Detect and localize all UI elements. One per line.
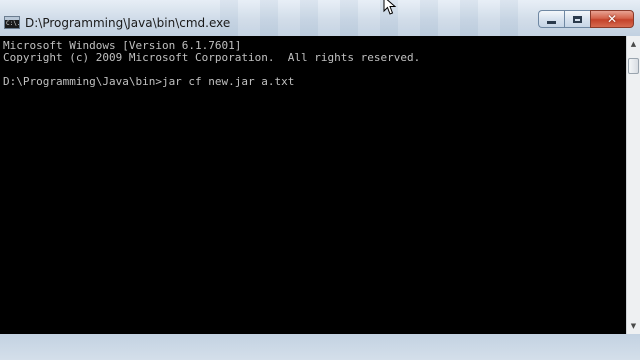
title-bar-glass — [220, 0, 540, 36]
cmd-icon[interactable]: C:\. — [4, 16, 20, 29]
cmd-icon-text: C:\. — [6, 20, 21, 27]
scroll-up-icon[interactable]: ▲ — [628, 38, 639, 50]
window-controls: ✕ — [538, 10, 634, 28]
scroll-thumb[interactable] — [628, 58, 639, 74]
scroll-down-icon[interactable]: ▼ — [628, 320, 639, 332]
maximize-button[interactable] — [564, 10, 590, 28]
minimize-button[interactable] — [538, 10, 564, 28]
close-button[interactable]: ✕ — [590, 10, 634, 28]
maximize-icon — [573, 15, 582, 23]
cmd-window: C:\. D:\Programming\Java\bin\cmd.exe ✕ M… — [0, 0, 640, 360]
title-bar[interactable]: C:\. D:\Programming\Java\bin\cmd.exe ✕ — [0, 0, 640, 36]
vertical-scrollbar[interactable]: ▲ ▼ — [626, 36, 640, 334]
window-title: D:\Programming\Java\bin\cmd.exe — [25, 16, 231, 30]
mouse-cursor-icon — [383, 0, 397, 15]
minimize-icon — [547, 20, 556, 24]
console-text: Microsoft Windows [Version 6.1.7601] Cop… — [3, 39, 421, 88]
close-icon: ✕ — [606, 12, 618, 26]
console-output-area[interactable]: Microsoft Windows [Version 6.1.7601] Cop… — [0, 36, 626, 334]
window-bottom-frame — [0, 334, 640, 360]
